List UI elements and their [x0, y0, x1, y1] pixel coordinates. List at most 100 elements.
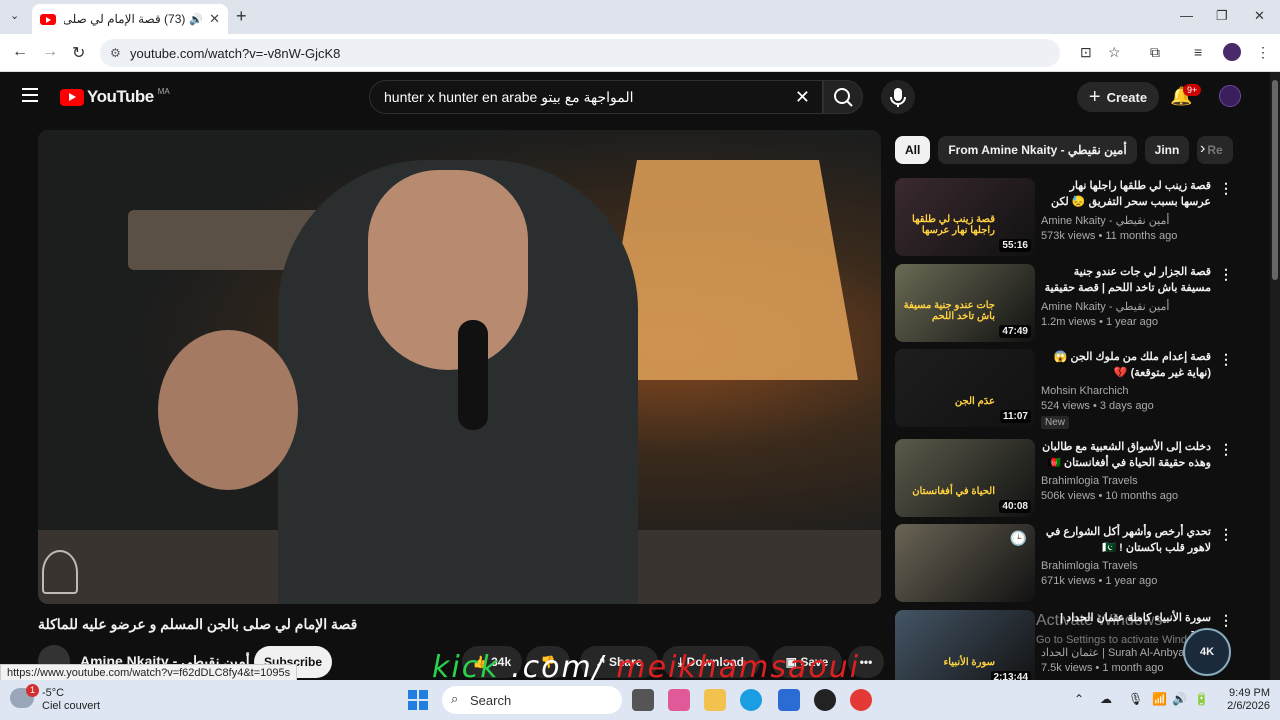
tray-mic-icon[interactable]: 🎙	[1128, 692, 1143, 706]
thumbnail-caption: جات عندو جنية مسيفة باش تاخد اللحم	[903, 300, 995, 322]
forward-icon[interactable]: →	[42, 43, 58, 61]
windows-start-icon[interactable]	[408, 690, 428, 710]
podcast-microphone	[458, 320, 488, 430]
chip-jinn[interactable]: Jinn	[1144, 136, 1190, 164]
recommendation-channel[interactable]: Brahimlogia Travels	[1041, 560, 1211, 572]
watch-later-icon[interactable]: 🕒	[1010, 530, 1027, 547]
recommendation-item[interactable]: جات عندو جنية مسيفة باش تاخد اللحم 47:49 ق…	[895, 264, 1233, 344]
more-vertical-icon[interactable]: ⋮	[1219, 266, 1233, 283]
back-icon[interactable]: ←	[12, 43, 28, 61]
recommendation-thumbnail[interactable]: 🕒	[895, 524, 1035, 602]
task-view-icon[interactable]	[632, 689, 654, 711]
search-input[interactable]: hunter x hunter en arabe المواجهة مع بيت…	[369, 80, 823, 114]
more-vertical-icon[interactable]: ⋮	[1219, 526, 1233, 543]
create-button[interactable]: + Create	[1077, 82, 1159, 112]
close-window-icon[interactable]: ✕	[1254, 8, 1265, 24]
search-button[interactable]	[823, 80, 863, 114]
profile-avatar[interactable]	[1223, 43, 1241, 61]
account-avatar[interactable]	[1219, 85, 1241, 107]
browser-tab-bar: ⌄ (73) قصة الإمام لي صلى بال... 🔊 ✕ + — …	[0, 0, 1280, 34]
browser-menu-icon[interactable]: ⋮	[1256, 44, 1270, 61]
obs-icon[interactable]	[814, 689, 836, 711]
recommendation-info: قصة زينب لي طلقها راجلها نهار عرسها بسبب…	[1041, 178, 1211, 242]
recommendation-meta: 506k views • 10 months ago	[1041, 490, 1179, 502]
plus-icon: +	[1088, 85, 1101, 108]
video-player[interactable]	[38, 130, 881, 604]
chevron-right-icon[interactable]: ›	[1200, 140, 1205, 158]
duration-badge: 55:16	[999, 239, 1031, 252]
recommendation-channel[interactable]: Amine Nkaity - أمين نقيطي	[1041, 300, 1211, 313]
copilot-icon[interactable]	[668, 689, 690, 711]
recommendation-thumbnail[interactable]: الحياة في أفغانستان 40:08	[895, 439, 1035, 517]
speaker-face	[368, 170, 528, 370]
voice-search-button[interactable]	[881, 80, 915, 114]
more-vertical-icon[interactable]: ⋮	[1219, 441, 1233, 458]
file-explorer-icon[interactable]	[704, 689, 726, 711]
weather-alert-badge: 1	[26, 684, 39, 697]
url-field[interactable]: ⚙ youtube.com/watch?v=-v8nW-GjcK8	[100, 39, 1060, 67]
store-icon[interactable]	[778, 689, 800, 711]
chip-from-channel[interactable]: From Amine Nkaity - أمين نقيطي	[938, 136, 1137, 164]
recommendation-item[interactable]: قصة زينب لي طلقها راجلها نهار عرسها 55:16…	[895, 178, 1233, 258]
site-info-icon[interactable]: ⚙	[110, 46, 121, 60]
recommendation-item[interactable]: 🕒 تحدي أرخص وأشهر أكل الشوارع في لاهور قل…	[895, 524, 1233, 604]
browser-tab-active[interactable]: (73) قصة الإمام لي صلى بال... 🔊 ✕	[32, 4, 228, 34]
page-scrollbar[interactable]	[1270, 72, 1280, 680]
recommendation-thumbnail[interactable]: عدَم الجن 11:07	[895, 349, 1035, 427]
close-tab-icon[interactable]: ✕	[209, 11, 220, 27]
scrollbar-thumb[interactable]	[1272, 80, 1278, 280]
more-vertical-icon[interactable]: ⋮	[1219, 180, 1233, 197]
maximize-icon[interactable]: ❐	[1216, 8, 1228, 24]
battery-icon[interactable]: 🔋	[1194, 692, 1209, 706]
microphone-icon	[890, 88, 906, 107]
logo-text: YouTube	[87, 87, 154, 106]
reload-icon[interactable]: ↻	[72, 43, 85, 63]
hamburger-menu-icon[interactable]	[22, 88, 38, 102]
recommendation-title[interactable]: قصة إعدام ملك من ملوك الجن 😱 (نهاية غير …	[1041, 349, 1211, 381]
recommendation-item[interactable]: عدَم الجن 11:07 قصة إعدام ملك من ملوك الجن…	[895, 349, 1233, 429]
edge-icon[interactable]	[740, 689, 762, 711]
youtube-logo[interactable]: YouTube MA	[60, 87, 170, 107]
tab-title: (73) قصة الإمام لي صلى بال...	[64, 12, 186, 26]
thumbnail-caption: عدَم الجن	[954, 396, 995, 407]
new-tab-button[interactable]: +	[236, 6, 247, 27]
install-app-icon[interactable]: ⊡	[1080, 44, 1092, 61]
duration-badge: 47:49	[999, 325, 1031, 338]
recommendation-channel[interactable]: Mohsin Kharchich	[1041, 385, 1211, 397]
tab-search-icon[interactable]: ⌄	[10, 9, 19, 22]
chrome-icon[interactable]	[850, 689, 872, 711]
media-control-icon[interactable]: ≡	[1194, 44, 1202, 60]
recommendation-item[interactable]: الحياة في أفغانستان 40:08 دخلت إلى الأسواق…	[895, 439, 1233, 519]
recommendation-info: قصة الجزار لي جات عندو جنية مسيفة باش تا…	[1041, 264, 1211, 328]
chip-all[interactable]: All	[895, 136, 931, 164]
taskbar-search-field[interactable]: ⌕ Search	[442, 686, 622, 714]
weather-widget[interactable]: -5°C Ciel couvert	[42, 687, 100, 713]
recommendation-thumbnail[interactable]: سورة الأنبياء 2:13:44	[895, 610, 1035, 688]
bookmark-star-icon[interactable]: ☆	[1108, 44, 1121, 61]
recommendation-thumbnail[interactable]: قصة زينب لي طلقها راجلها نهار عرسها 55:16	[895, 178, 1035, 256]
recommendation-channel[interactable]: Amine Nkaity - أمين نقيطي	[1041, 214, 1211, 227]
filter-chips: All From Amine Nkaity - أمين نقيطي Jinn …	[895, 136, 1233, 164]
cloud-sync-icon[interactable]: ☁	[1100, 692, 1112, 706]
recommendation-thumbnail[interactable]: جات عندو جنية مسيفة باش تاخد اللحم 47:49	[895, 264, 1035, 342]
recommendation-title[interactable]: قصة زينب لي طلقها راجلها نهار عرسها بسبب…	[1041, 178, 1211, 210]
more-vertical-icon[interactable]: ⋮	[1219, 351, 1233, 368]
tray-chevron-icon[interactable]: ⌃	[1074, 692, 1084, 706]
wifi-icon[interactable]: 📶	[1152, 692, 1167, 706]
speaker-icon[interactable]: 🔊	[189, 13, 203, 26]
recommendation-title[interactable]: دخلت إلى الأسواق الشعبية مع طالبان وهذه …	[1041, 439, 1211, 471]
recommendation-title[interactable]: قصة الجزار لي جات عندو جنية مسيفة باش تا…	[1041, 264, 1211, 296]
minimize-icon[interactable]: —	[1180, 8, 1193, 23]
extensions-icon[interactable]: ⧉	[1150, 44, 1160, 61]
recommendation-channel[interactable]: Brahimlogia Travels	[1041, 475, 1211, 487]
url-text: youtube.com/watch?v=-v8nW-GjcK8	[130, 45, 341, 61]
more-vertical-icon[interactable]: ⋮	[1219, 612, 1233, 629]
search-query: hunter x hunter en arabe المواجهة مع بيت…	[384, 88, 634, 105]
weather-temp: -5°C	[42, 687, 65, 699]
windows-taskbar: 1 -5°C Ciel couvert ⌕ Search ⌃ ☁ 🎙 📶 🔊 🔋…	[0, 680, 1280, 720]
taskbar-clock[interactable]: 9:49 PM 2/6/2026	[1222, 687, 1270, 713]
recommendation-title[interactable]: تحدي أرخص وأشهر أكل الشوارع في لاهور قلب…	[1041, 524, 1211, 556]
taskbar-search-placeholder: Search	[470, 692, 512, 708]
clear-search-icon[interactable]: ✕	[795, 87, 810, 108]
volume-icon[interactable]: 🔊	[1172, 692, 1187, 706]
